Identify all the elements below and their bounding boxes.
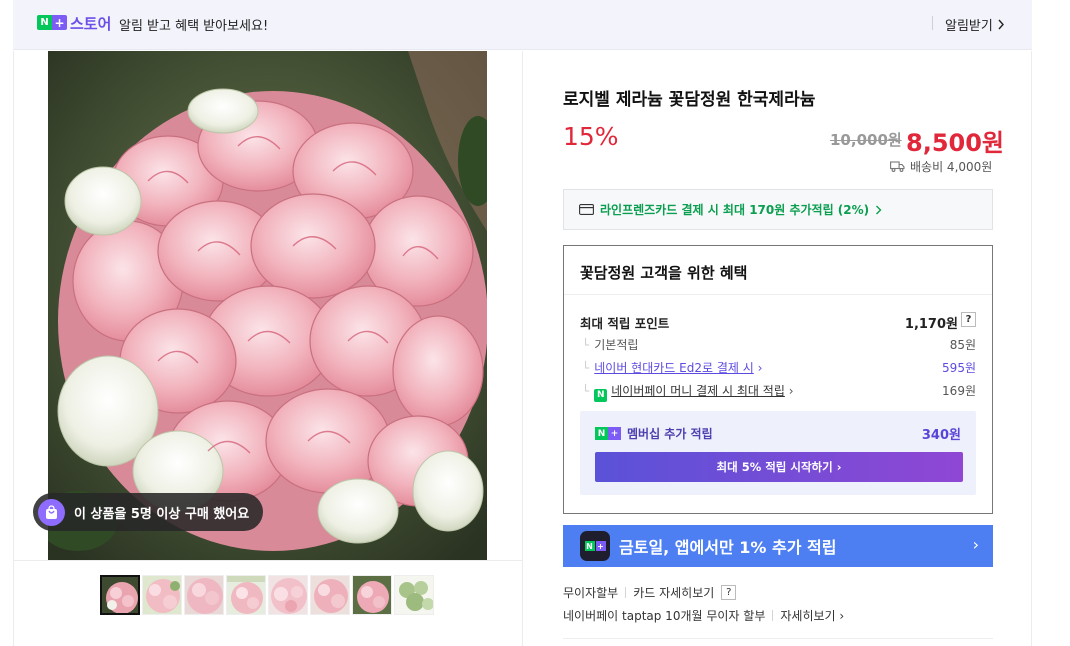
chevron-right-icon: › [753,361,763,375]
help-icon[interactable]: ? [721,585,737,600]
chevron-right-icon: › [972,535,979,554]
store-label: 스토어 [70,15,112,33]
thumbnail-3[interactable] [184,575,224,615]
original-price: 10,000원 [830,131,902,149]
naver-n-icon: N [37,15,52,30]
thumbnail-8[interactable] [394,575,434,615]
credit-card-icon [579,204,594,215]
thumbnail-2[interactable] [142,575,182,615]
max-points-value: 1,170원 [904,317,958,332]
divider [563,638,993,639]
thumbnail-5[interactable] [268,575,308,615]
shipping-fee: 배송비 4,000원 [890,158,992,175]
max-points-label: 최대 적립 포인트 [580,316,670,331]
max-points-row: 최대 적립 포인트 1,170원 ? [580,312,976,332]
divider [932,16,933,30]
membership-panel: N + 멤버십 추가 적립 340원 최대 5% 적립 시작하기 › [580,411,976,495]
chevron-right-icon: › [784,384,794,398]
corner-icon: └ [582,361,590,375]
shopping-bag-icon [38,498,65,526]
column-divider [522,51,523,646]
benefits-panel: 꽃담정원 고객을 위한 혜택 최대 적립 포인트 1,170원 ? └ 기본적립 … [563,245,993,514]
geranium-flower-image [48,51,487,560]
membership-button-label: 최대 5% 적립 시작하기 [716,460,833,474]
naver-plus-icon: N + [595,427,621,440]
app-banner-text: 금토일, 앱에서만 1% 추가 적립 [619,538,837,557]
thumbnail-1[interactable] [100,575,140,615]
card-detail-link[interactable]: 카드 자세히보기 [633,584,714,601]
npay-icon: N [594,389,608,402]
points-row-value: 169원 [942,384,976,398]
membership-label-text: 멤버십 추가 적립 [627,427,713,441]
installment-row: 무이자할부 카드 자세히보기 ? [563,584,737,601]
chevron-right-icon: › [832,460,842,474]
sale-price: 8,500원 [906,129,1004,157]
corner-icon: └ [582,384,590,398]
points-row-label: 네이버페이 머니 결제 시 최대 적립 [611,384,785,398]
thumbnail-4[interactable] [226,575,266,615]
membership-value: 340원 [921,428,961,443]
membership-start-button[interactable]: 최대 5% 적립 시작하기 › [595,452,963,482]
thumbnail-7[interactable] [352,575,392,615]
taptap-detail-label: 자세히보기 [780,609,836,623]
truck-icon [890,161,905,172]
product-title: 로지벨 제라늄 꽃담정원 한국제라늄 [563,90,816,110]
points-row-hyundai-card[interactable]: └ 네이버 현대카드 Ed2로 결제 시 › 595원 [582,359,976,376]
points-row-label: 기본적립 [594,338,639,352]
main-product-image[interactable] [48,51,487,560]
chevron-right-icon [876,205,882,214]
taptap-row: 네이버페이 taptap 10개월 무이자 할부 자세히보기 › [563,607,844,624]
taptap-label: 네이버페이 taptap 10개월 무이자 할부 [563,609,766,623]
discount-rate: 15% [563,122,619,151]
points-row-basic: └ 기본적립 85원 [582,336,976,353]
plus-icon: + [52,15,67,30]
store-alarm-bar: N + 스토어 알림 받고 혜택 받아보세요! 알림받기 [13,0,1032,50]
points-row-label: 네이버 현대카드 Ed2로 결제 시 [594,361,754,375]
help-icon[interactable]: ? [961,312,976,327]
alarm-promo-text: 알림 받고 혜택 받아보세요! [119,19,269,34]
benefits-title: 꽃담정원 고객을 위한 혜택 [580,264,748,282]
divider [564,294,992,295]
divider [625,587,627,598]
points-row-value: 595원 [942,361,976,375]
corner-icon: └ [582,338,590,352]
alarm-subscribe-label: 알림받기 [945,19,993,34]
buyer-count-badge: 이 상품을 5명 이상 구매 했어요 [33,493,264,531]
chevron-right-icon [998,19,1004,30]
thumbnail-6[interactable] [310,575,350,615]
thumbnail-strip [100,575,434,615]
app-promo-banner[interactable]: N + 금토일, 앱에서만 1% 추가 적립 › [563,525,993,567]
shipping-fee-text: 배송비 4,000원 [910,160,993,174]
chevron-right-icon: › [835,609,845,623]
divider [772,610,774,621]
no-interest-label: 무이자할부 [563,586,619,600]
naver-plus-app-icon: N + [580,531,610,561]
points-row-npay-money[interactable]: └ N 네이버페이 머니 결제 시 최대 적립 › 169원 [582,382,976,402]
taptap-detail-link[interactable]: 자세히보기 › [780,607,844,624]
card-promo-box[interactable]: 라인프렌즈카드 결제 시 최대 170원 추가적립 (2%) [563,189,993,230]
naver-plus-logo: N + [37,15,67,30]
card-promo-text: 라인프렌즈카드 결제 시 최대 170원 추가적립 (2%) [600,203,870,217]
points-row-value: 85원 [949,338,976,352]
membership-label: N + 멤버십 추가 적립 [595,425,713,442]
thumbnail-separator [14,560,522,561]
buyer-count-text: 이 상품을 5명 이상 구매 했어요 [74,506,250,522]
alarm-subscribe-link[interactable]: 알림받기 [945,15,1005,34]
